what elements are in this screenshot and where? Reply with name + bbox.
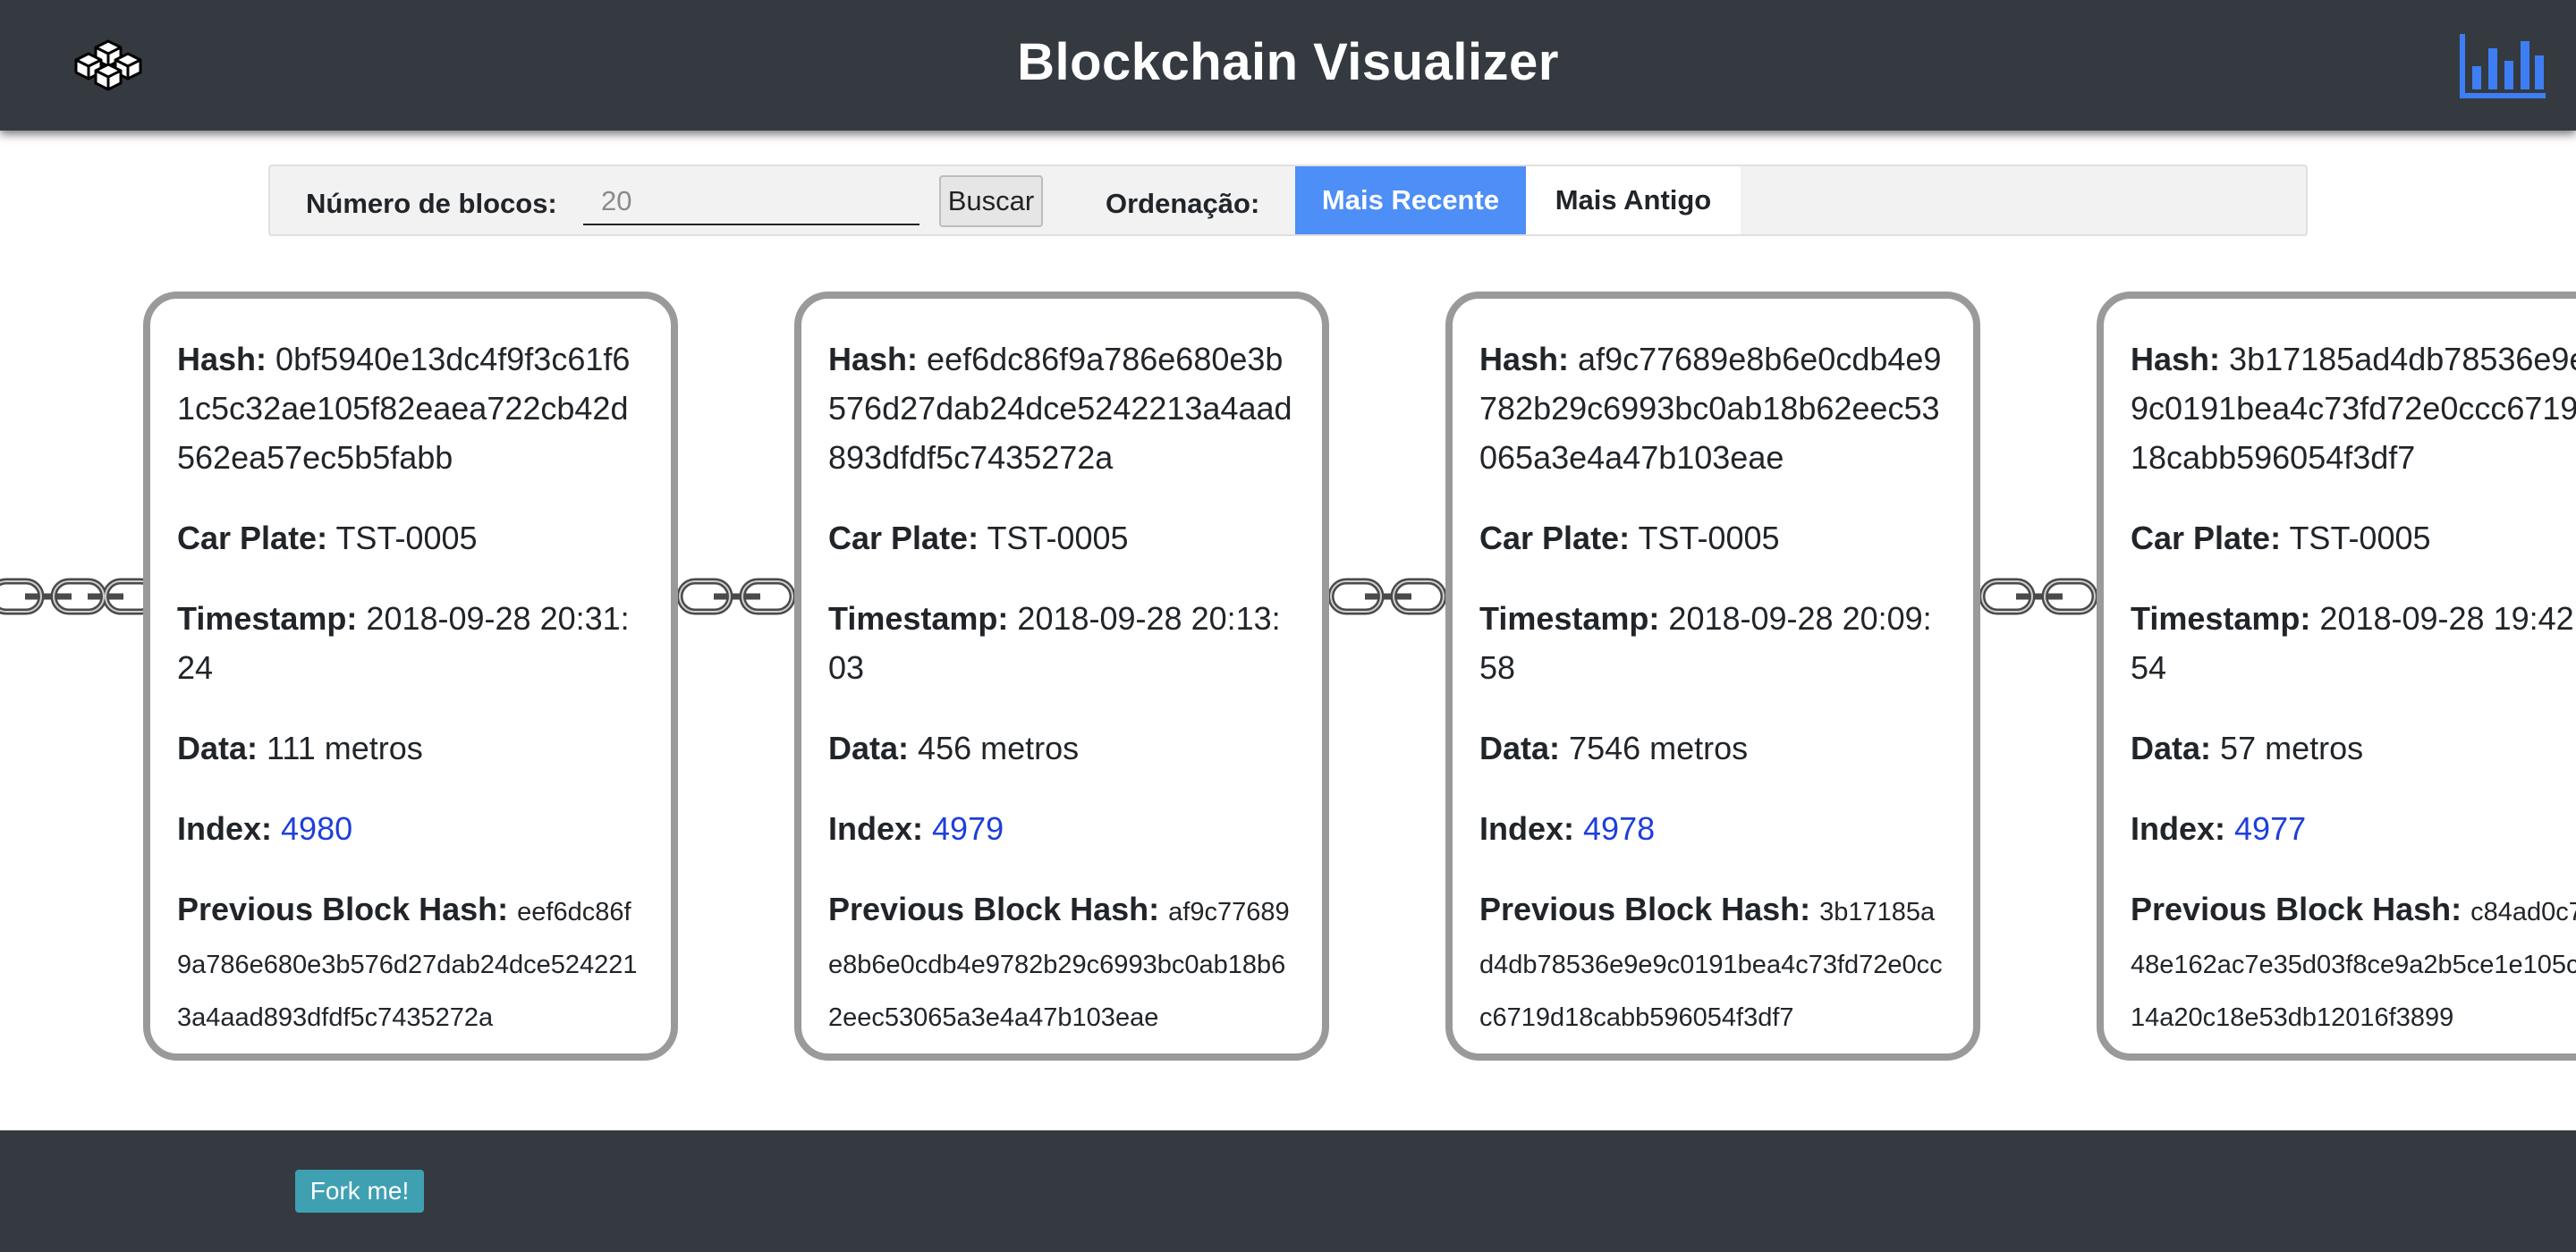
block-data: Data: 57 metros (2131, 723, 2576, 773)
plate-value: TST-0005 (1638, 520, 1780, 556)
plate-label: Car Plate: (177, 520, 328, 556)
plate-value: TST-0005 (987, 520, 1129, 556)
index-link[interactable]: 4979 (932, 810, 1004, 847)
block-card[interactable]: Hash: af9c77689e8b6e0cdb4e9782b29c6993bc… (1445, 292, 1980, 1061)
chain-link-icon (0, 578, 152, 615)
block-plate: Car Plate: TST-0005 (2131, 513, 2576, 563)
timestamp-label: Timestamp: (1479, 600, 1660, 637)
block-hash: Hash: 0bf5940e13dc4f9f3c61f61c5c32ae105f… (177, 334, 644, 482)
block-data: Data: 7546 metros (1479, 723, 1946, 773)
timestamp-label: Timestamp: (177, 600, 358, 637)
data-value: 456 metros (918, 730, 1080, 766)
block-index: Index: 4977 (2131, 804, 2576, 853)
block-timestamp: Timestamp: 2018-09-28 20:09:58 (1479, 594, 1946, 692)
plate-label: Car Plate: (2131, 520, 2282, 556)
bar-chart-icon[interactable] (2458, 30, 2547, 100)
order-label: Ordenação: (1106, 188, 1260, 219)
hash-label: Hash: (828, 341, 919, 377)
block-card[interactable]: Hash: eef6dc86f9a786e680e3b576d27dab24dc… (794, 292, 1329, 1061)
prev-hash-label: Previous Block Hash: (177, 891, 509, 927)
block-prev-hash: Previous Block Hash: c84ad0c748e162ac7e3… (2131, 884, 2576, 1043)
order-oldest-button[interactable]: Mais Antigo (1526, 166, 1741, 234)
block-prev-hash: Previous Block Hash: eef6dc86f9a786e680e… (177, 884, 644, 1043)
hash-label: Hash: (2131, 341, 2221, 377)
prev-hash-label: Previous Block Hash: (2131, 891, 2462, 927)
plate-label: Car Plate: (828, 520, 979, 556)
timestamp-label: Timestamp: (828, 600, 1009, 637)
controls-bar: Número de blocos: Buscar Ordenação: Mais… (268, 165, 2308, 236)
data-label: Data: (1479, 730, 1561, 766)
block-plate: Car Plate: TST-0005 (1479, 513, 1946, 563)
order-newest-button[interactable]: Mais Recente (1295, 166, 1526, 234)
hash-label: Hash: (1479, 341, 1570, 377)
block-card[interactable]: Hash: 3b17185ad4db78536e9e9c0191bea4c73f… (2097, 292, 2576, 1061)
prev-hash-label: Previous Block Hash: (1479, 891, 1811, 927)
data-value: 111 metros (267, 730, 423, 766)
index-label: Index: (177, 810, 273, 847)
index-link[interactable]: 4978 (1583, 810, 1655, 847)
index-label: Index: (1479, 810, 1575, 847)
prev-hash-label: Previous Block Hash: (828, 891, 1160, 927)
block-index: Index: 4978 (1479, 804, 1946, 853)
chain-link-icon (1329, 578, 1447, 615)
block-prev-hash: Previous Block Hash: 3b17185ad4db78536e9… (1479, 884, 1946, 1043)
page-title: Blockchain Visualizer (1017, 33, 1559, 91)
chain-link-icon (1980, 578, 2098, 615)
blocks-count-input[interactable] (583, 179, 919, 225)
data-label: Data: (177, 730, 258, 766)
block-timestamp: Timestamp: 2018-09-28 20:13:03 (828, 594, 1295, 692)
block-plate: Car Plate: TST-0005 (828, 513, 1295, 563)
block-card[interactable]: Hash: 0bf5940e13dc4f9f3c61f61c5c32ae105f… (143, 292, 678, 1061)
chain-link-icon (678, 578, 796, 615)
blockchain-view[interactable]: Hash: 0bf5940e13dc4f9f3c61f61c5c32ae105f… (0, 268, 2576, 1073)
top-navbar: Blockchain Visualizer (0, 0, 2576, 131)
index-link[interactable]: 4980 (281, 810, 352, 847)
search-button[interactable]: Buscar (939, 175, 1043, 227)
index-label: Index: (828, 810, 924, 847)
plate-value: TST-0005 (335, 520, 478, 556)
blocks-count-label: Número de blocos: (306, 188, 557, 219)
timestamp-label: Timestamp: (2131, 600, 2311, 637)
block-data: Data: 111 metros (177, 723, 644, 773)
block-data: Data: 456 metros (828, 723, 1295, 773)
data-value: 7546 metros (1569, 730, 1749, 766)
data-label: Data: (2131, 730, 2212, 766)
block-hash: Hash: 3b17185ad4db78536e9e9c0191bea4c73f… (2131, 334, 2576, 482)
fork-me-button[interactable]: Fork me! (295, 1170, 424, 1213)
block-index: Index: 4980 (177, 804, 644, 853)
block-prev-hash: Previous Block Hash: af9c77689e8b6e0cdb4… (828, 884, 1295, 1043)
block-hash: Hash: af9c77689e8b6e0cdb4e9782b29c6993bc… (1479, 334, 1946, 482)
block-hash: Hash: eef6dc86f9a786e680e3b576d27dab24dc… (828, 334, 1295, 482)
index-link[interactable]: 4977 (2234, 810, 2306, 847)
hash-label: Hash: (177, 341, 267, 377)
block-plate: Car Plate: TST-0005 (177, 513, 644, 563)
data-value: 57 metros (2220, 730, 2364, 766)
plate-label: Car Plate: (1479, 520, 1631, 556)
plate-value: TST-0005 (2289, 520, 2431, 556)
footer: Fork me! (0, 1130, 2576, 1252)
block-index: Index: 4979 (828, 804, 1295, 853)
block-timestamp: Timestamp: 2018-09-28 20:31:24 (177, 594, 644, 692)
data-label: Data: (828, 730, 910, 766)
index-label: Index: (2131, 810, 2226, 847)
block-timestamp: Timestamp: 2018-09-28 19:42:54 (2131, 594, 2576, 692)
